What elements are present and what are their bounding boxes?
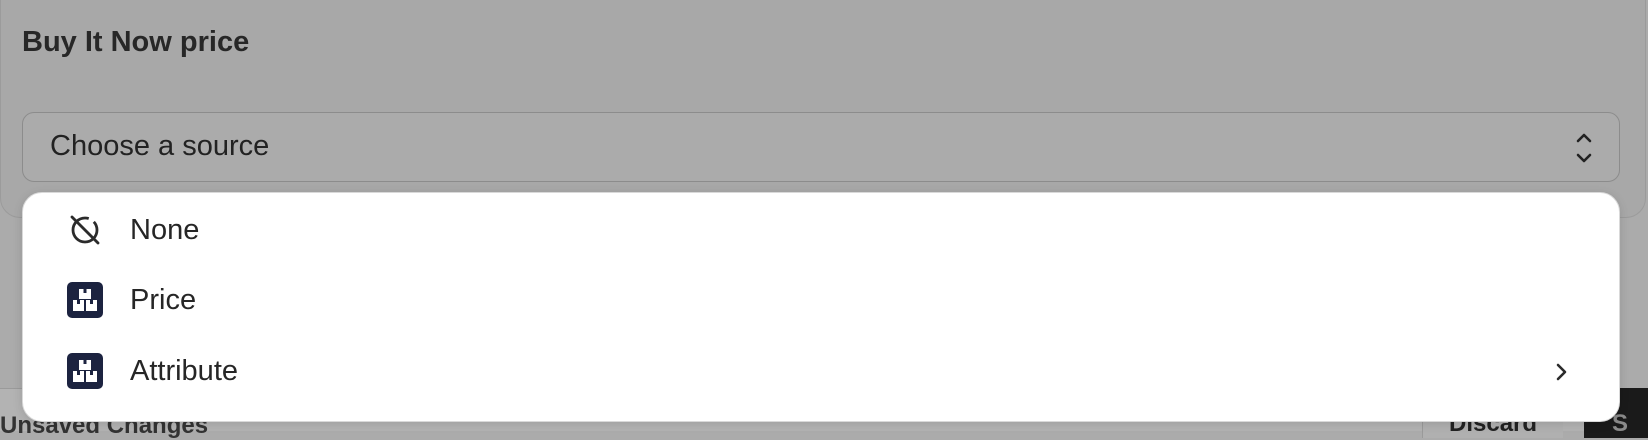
option-label: Price (130, 284, 197, 316)
option-attribute[interactable]: Attribute (23, 336, 1619, 406)
chevron-up-down-icon (1576, 133, 1592, 163)
section-title: Buy It Now price (22, 26, 250, 58)
product-boxes-icon (67, 353, 103, 389)
none-circle-slash-icon (70, 215, 100, 245)
select-placeholder: Choose a source (50, 130, 270, 162)
source-select[interactable]: Choose a source (22, 112, 1620, 182)
option-label: Attribute (130, 355, 238, 387)
option-price[interactable]: Price (23, 265, 1619, 335)
source-dropdown-menu: None Price Attribute (22, 192, 1620, 422)
product-boxes-icon (67, 282, 103, 318)
chevron-right-icon (1556, 363, 1567, 381)
option-none[interactable]: None (23, 195, 1619, 265)
option-label: None (130, 214, 200, 246)
